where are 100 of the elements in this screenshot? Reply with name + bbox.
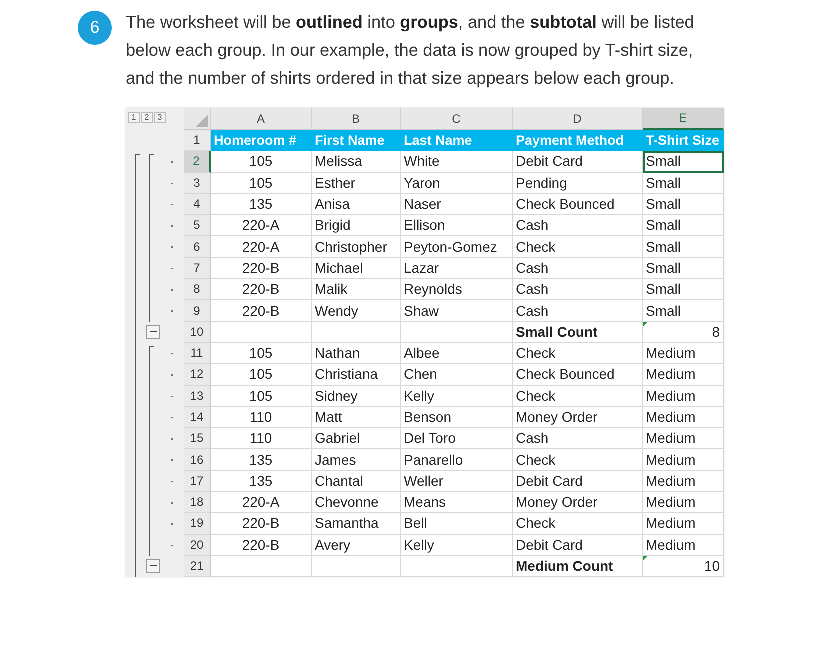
table-cell: Reynolds [401, 279, 513, 300]
row-header[interactable]: 15 [184, 428, 211, 450]
active-cell: Small [643, 151, 724, 173]
table-cell: Brigid [312, 215, 401, 236]
table-cell: Check [513, 449, 643, 471]
table-cell: Medium [643, 470, 724, 492]
table-cell: Cash [513, 428, 643, 450]
table-cell: Medium [643, 513, 724, 535]
table-cell: Check [513, 236, 643, 258]
row-header[interactable]: 16 [184, 449, 211, 471]
table-cell: Albee [401, 342, 513, 364]
table-cell: Michael [312, 258, 401, 280]
table-cell: Medium [643, 492, 724, 514]
table-cell: Lazar [401, 258, 513, 280]
table-cell: Check Bounced [513, 364, 643, 386]
row-header[interactable]: 10 [184, 322, 211, 343]
row-header[interactable]: 18 [184, 492, 211, 514]
table-cell: Medium [643, 406, 724, 428]
table-cell: Wendy [312, 300, 401, 322]
row-header[interactable]: 21 [184, 556, 211, 578]
table-cell: Chen [401, 364, 513, 386]
table-cell: Medium [643, 364, 724, 386]
table-cell: Naser [401, 194, 513, 216]
table-cell: Money Order [513, 492, 643, 514]
column-header[interactable]: D [513, 108, 643, 130]
table-cell: Debit Card [513, 534, 643, 556]
table-cell: Esther [312, 172, 401, 194]
table-cell: Matt [312, 406, 401, 428]
outline-level-button[interactable]: 3 [154, 112, 166, 123]
table-cell: 220-A [211, 236, 312, 258]
step-number-badge: 6 [78, 11, 112, 45]
table-cell: Medium Count [513, 556, 643, 578]
table-cell: Small [643, 258, 724, 280]
table-cell: Christiana [312, 364, 401, 386]
table-cell: Medium [643, 428, 724, 450]
table-cell: James [312, 449, 401, 471]
row-header[interactable]: 8 [184, 279, 211, 300]
table-cell: 105 [211, 342, 312, 364]
table-cell: Small [643, 300, 724, 322]
table-cell: Small [643, 194, 724, 216]
column-heading: Last Name [401, 130, 513, 152]
row-header[interactable]: 7 [184, 258, 211, 280]
table-cell: Debit Card [513, 151, 643, 173]
row-header[interactable]: 6 [184, 236, 211, 258]
table-cell: Cash [513, 215, 643, 236]
column-header[interactable]: E [643, 108, 724, 130]
table-cell: Small [643, 279, 724, 300]
collapse-button[interactable] [146, 324, 160, 339]
table-cell: 110 [211, 428, 312, 450]
row-header[interactable]: 9 [184, 300, 211, 322]
table-cell: Anisa [312, 194, 401, 216]
table-cell: 10 [643, 556, 724, 578]
table-cell: Peyton-Gomez [401, 236, 513, 258]
outline-level-button[interactable]: 1 [128, 112, 140, 123]
table-cell: Kelly [401, 386, 513, 407]
row-header[interactable]: 14 [184, 406, 211, 428]
table-cell: 105 [211, 364, 312, 386]
row-header[interactable]: 13 [184, 386, 211, 407]
outline-level-button[interactable]: 2 [141, 112, 153, 123]
table-cell: Medium [643, 386, 724, 407]
row-header[interactable]: 1 [184, 130, 211, 152]
row-header[interactable]: 2 [184, 151, 211, 173]
error-triangle-icon [643, 322, 648, 327]
table-cell: Nathan [312, 342, 401, 364]
table-cell: White [401, 151, 513, 173]
column-header[interactable]: A [211, 108, 312, 130]
column-header[interactable]: B [312, 108, 401, 130]
row-header[interactable]: 5 [184, 215, 211, 236]
table-cell: Malik [312, 279, 401, 300]
table-cell: Debit Card [513, 470, 643, 492]
table-cell: Melissa [312, 151, 401, 173]
table-cell: Christopher [312, 236, 401, 258]
error-triangle-icon [643, 556, 648, 561]
table-cell: Del Toro [401, 428, 513, 450]
row-header[interactable]: 3 [184, 172, 211, 194]
row-header[interactable]: 20 [184, 534, 211, 556]
table-cell: Ellison [401, 215, 513, 236]
table-cell: Medium [643, 534, 724, 556]
table-cell: Panarello [401, 449, 513, 471]
row-header[interactable]: 12 [184, 364, 211, 386]
table-cell: Small Count [513, 322, 643, 343]
table-cell: Small [643, 172, 724, 194]
table-cell: 110 [211, 406, 312, 428]
table-cell: 220-A [211, 215, 312, 236]
table-cell: Bell [401, 513, 513, 535]
table-cell: Avery [312, 534, 401, 556]
table-cell: Small [643, 236, 724, 258]
table-cell: Benson [401, 406, 513, 428]
collapse-button[interactable] [146, 558, 160, 573]
column-heading: Payment Method [513, 130, 643, 152]
table-cell: Sidney [312, 386, 401, 407]
column-header[interactable]: C [401, 108, 513, 130]
row-header[interactable]: 17 [184, 470, 211, 492]
column-heading: First Name [312, 130, 401, 152]
row-header[interactable]: 4 [184, 194, 211, 216]
row-header[interactable]: 19 [184, 513, 211, 535]
column-heading: Homeroom # [211, 130, 312, 152]
table-cell: Medium [643, 449, 724, 471]
row-header[interactable]: 11 [184, 342, 211, 364]
table-cell: Weller [401, 470, 513, 492]
